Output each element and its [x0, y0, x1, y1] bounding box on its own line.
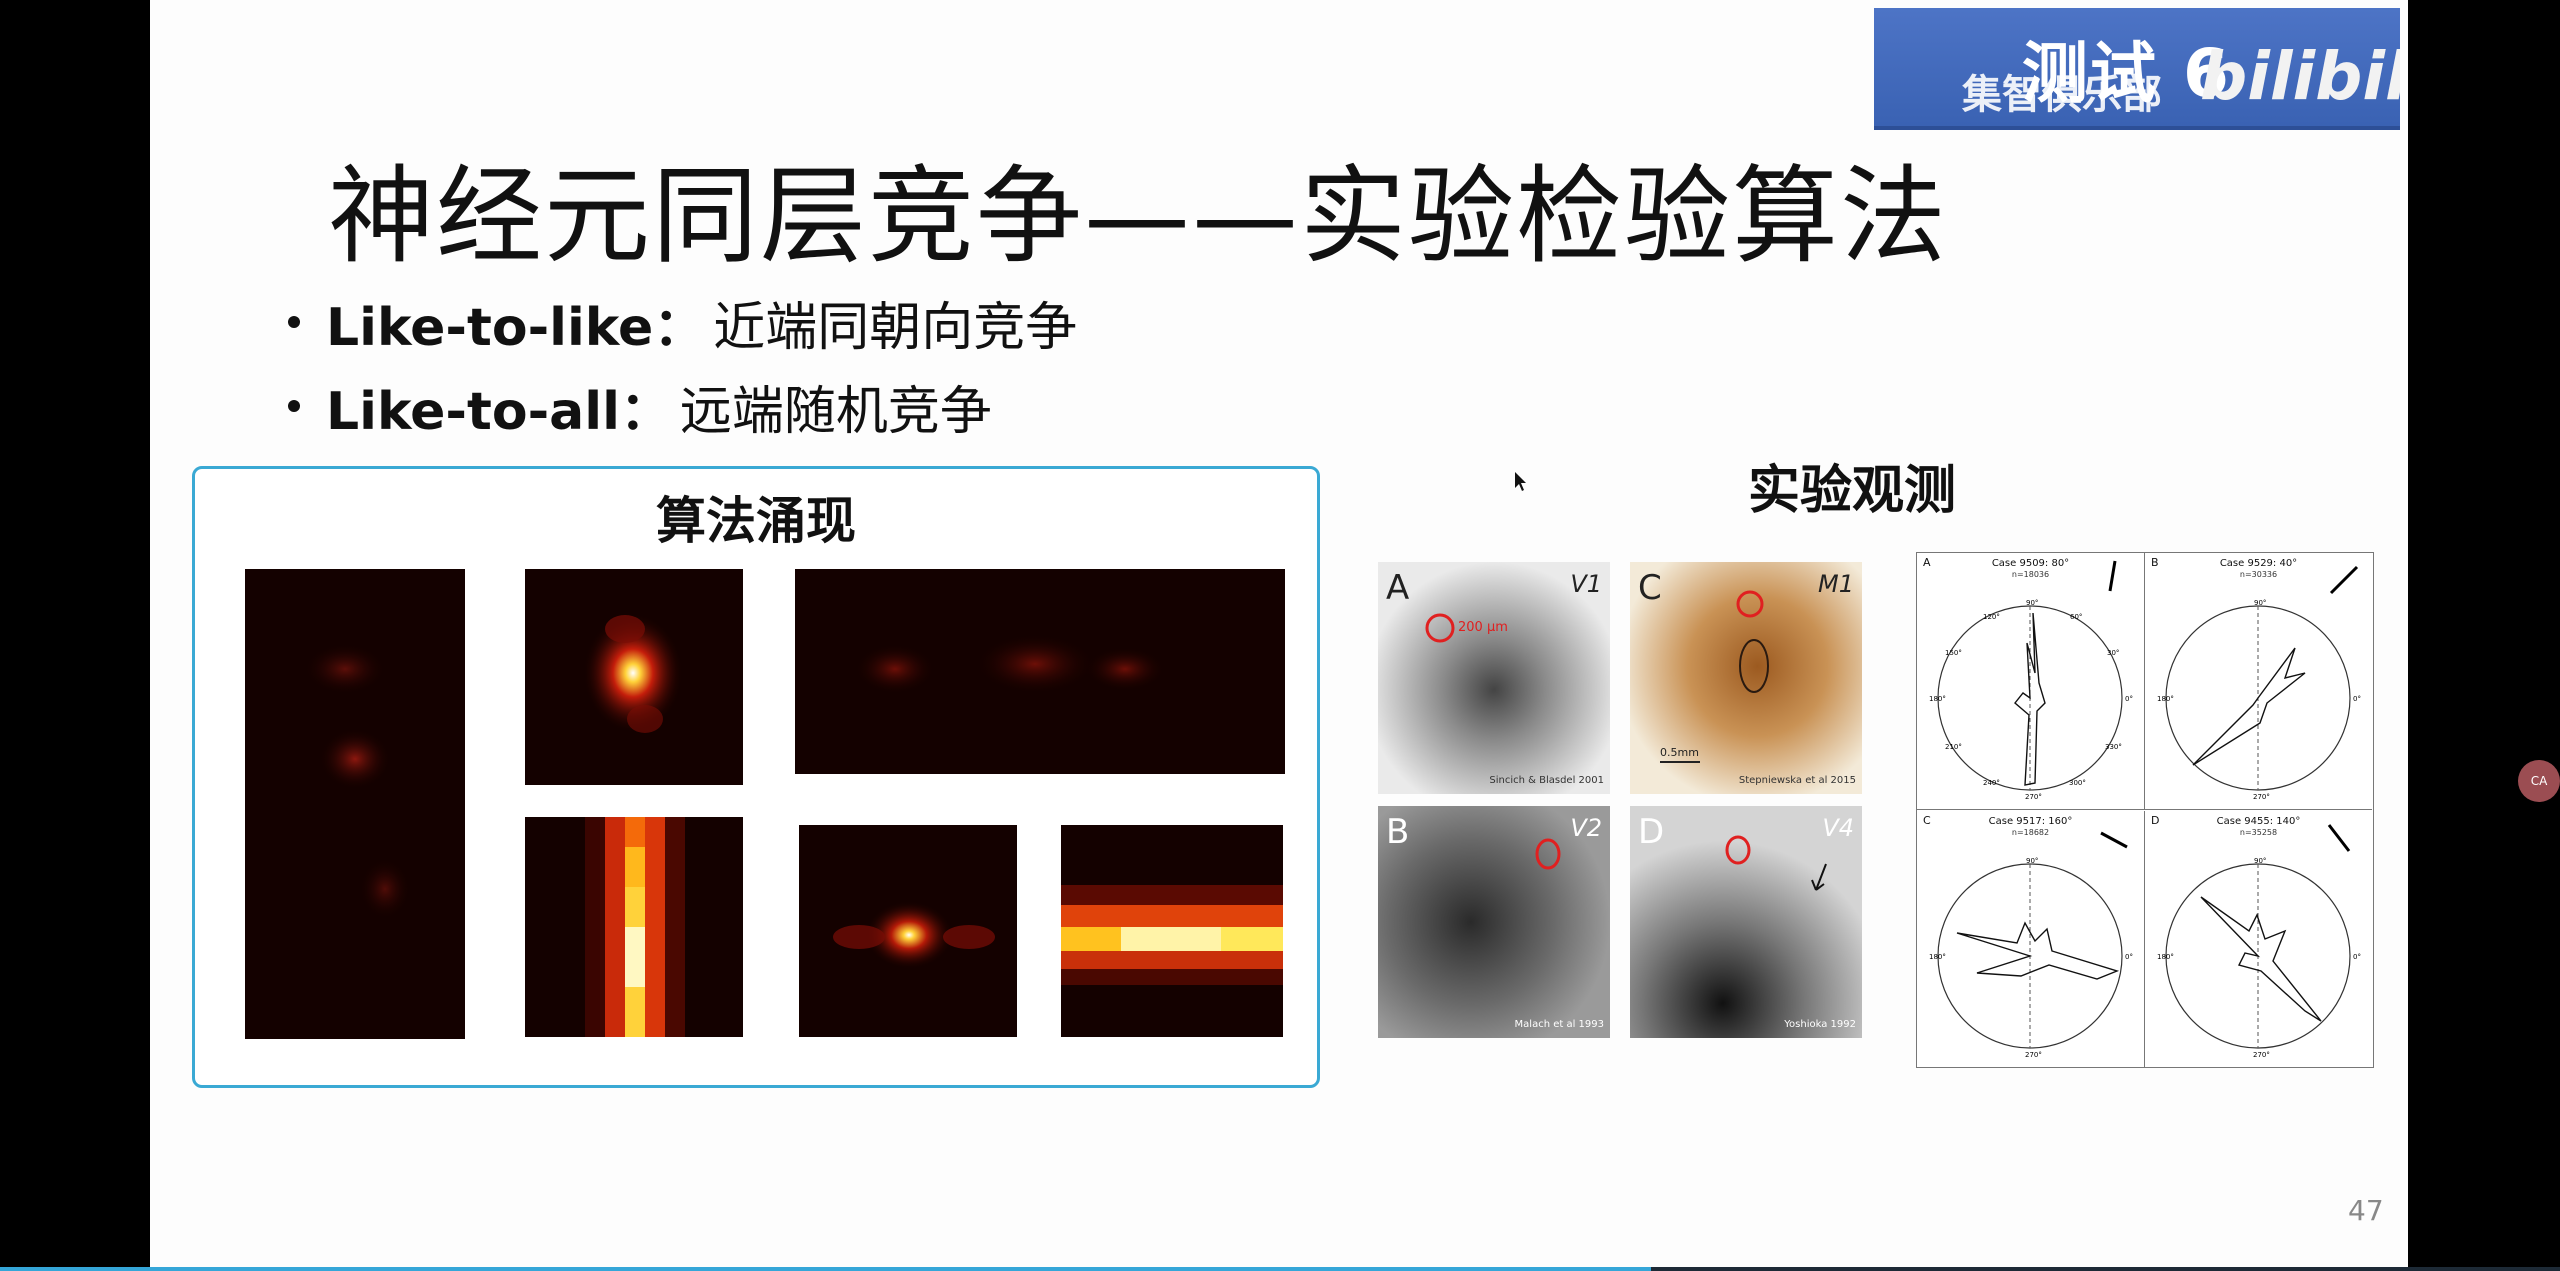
polar-n: n=35258: [2239, 828, 2278, 837]
bullet-item: Like-to-all： 远端随机竞争: [288, 364, 1077, 448]
bilibili-logo: bilibili: [2200, 38, 2400, 115]
photo-label: A: [1386, 568, 1410, 608]
bullet-dot: [288, 400, 300, 412]
slide: 神经元同层竞争——实验检验算法 Like-to-like： 近端同朝向竞争 Li…: [150, 0, 2408, 1268]
angle-label: 150°: [1945, 649, 1962, 657]
experiment-panel-title: 实验观测: [1748, 461, 1957, 521]
angle-label: 270°: [2025, 1051, 2042, 1059]
polar-case: Case 9529: 40°: [2219, 558, 2298, 569]
video-watermark: 集智俱乐部 测试 6 bilibili: [1874, 8, 2400, 130]
photo-citation: Stepniewska et al 2015: [1738, 775, 1856, 786]
angle-label: 270°: [2253, 1051, 2270, 1059]
algorithm-panel-title: 算法涌现: [656, 492, 856, 550]
angle-label: 210°: [1945, 743, 1962, 751]
bullet-item: Like-to-like： 近端同朝向竞争: [288, 280, 1077, 364]
polar-n: n=18036: [2011, 570, 2050, 579]
slide-title: 神经元同层竞争——实验检验算法: [328, 155, 1948, 278]
polar-n: n=30336: [2239, 570, 2278, 579]
angle-label: 90°: [2026, 599, 2039, 607]
angle-label: 180°: [2157, 953, 2174, 961]
bullet-list: Like-to-like： 近端同朝向竞争 Like-to-all： 远端随机竞…: [288, 280, 1077, 448]
angle-label: 180°: [2157, 695, 2174, 703]
angle-label: 180°: [1929, 695, 1946, 703]
angle-label: 30°: [2107, 649, 2120, 657]
photo-area: V4: [1822, 814, 1854, 842]
video-progress-bar[interactable]: [0, 1267, 2560, 1271]
bullet-value: 远端随机竞争: [679, 381, 992, 442]
photo-b-v2: B V2 Malach et al 1993: [1378, 806, 1610, 1038]
photo-scale: 0.5mm: [1660, 746, 1699, 759]
bullet-dot: [288, 316, 300, 328]
spot-heatmap-2: [799, 825, 1017, 1037]
bullet-key: Like-to-like：: [326, 297, 706, 358]
video-progress-fill: [0, 1267, 1652, 1271]
polar-plot-d: D Case 9455: 140° n=35258 90° 180° 0° 27…: [2145, 811, 2372, 1067]
polar-case: Case 9455: 140°: [2216, 816, 2301, 827]
angle-label: 90°: [2254, 857, 2267, 865]
photo-area: M1: [1818, 570, 1854, 598]
angle-label: 90°: [2026, 857, 2039, 865]
vertical-bar-heatmap: [525, 817, 743, 1037]
bullet-key: Like-to-all：: [326, 381, 672, 442]
photo-citation: Malach et al 1993: [1514, 1019, 1604, 1030]
polar-case: Case 9517: 160°: [1988, 816, 2073, 827]
polar-plot-c: C Case 9517: 160° n=18682 90° 180° 0° 27…: [1917, 811, 2145, 1067]
angle-label: 270°: [2025, 793, 2042, 801]
photo-citation: Yoshioka 1992: [1784, 1019, 1856, 1030]
angle-label: 0°: [2125, 695, 2133, 703]
photo-label: B: [1386, 812, 1410, 852]
polar-plot-a: A Case 9509: 80° n=18036 90° 120° 60° 15…: [1917, 553, 2145, 810]
polar-plot-b: B Case 9529: 40° n=30336 90° 180° 0° 270…: [2145, 553, 2372, 810]
angle-label: 90°: [2254, 599, 2267, 607]
photo-scale: 200 μm: [1458, 620, 1508, 635]
angle-label: 120°: [1983, 613, 2000, 621]
photo-a-v1: A V1 200 μm Sincich & Blasdel 2001: [1378, 562, 1610, 794]
angle-label: 60°: [2070, 613, 2083, 621]
wide-heatmap: [795, 569, 1285, 774]
side-floating-button[interactable]: CA: [2518, 760, 2560, 802]
photo-area: V1: [1570, 570, 1602, 598]
algorithm-emergence-panel: 算法涌现: [192, 466, 1320, 1088]
spot-heatmap: [525, 569, 743, 785]
photo-label: C: [1638, 568, 1662, 608]
photo-label: D: [1638, 812, 1665, 852]
angle-label: 0°: [2125, 953, 2133, 961]
polar-case: Case 9509: 80°: [1991, 558, 2070, 569]
photo-d-v4: D V4 Yoshioka 1992: [1630, 806, 1862, 1038]
angle-label: 270°: [2253, 793, 2270, 801]
photo-c-m1: C M1 0.5mm Stepniewska et al 2015: [1630, 562, 1862, 794]
polar-plots-grid: A Case 9509: 80° n=18036 90° 120° 60° 15…: [1916, 552, 2374, 1068]
angle-label: 0°: [2353, 953, 2361, 961]
bullet-value: 近端同朝向竞争: [713, 297, 1078, 358]
angle-label: 330°: [2105, 743, 2122, 751]
angle-label: 240°: [1983, 779, 2000, 787]
polar-n: n=18682: [2011, 828, 2050, 837]
tall-heatmap: [245, 569, 465, 1039]
page-number: 47: [2348, 1194, 2384, 1227]
photo-area: V2: [1570, 814, 1602, 842]
mouse-cursor-icon: [1515, 472, 1529, 492]
angle-label: 300°: [2069, 779, 2086, 787]
angle-label: 180°: [1929, 953, 1946, 961]
photo-citation: Sincich & Blasdel 2001: [1489, 775, 1604, 786]
angle-label: 0°: [2353, 695, 2361, 703]
horizontal-bar-heatmap: [1061, 825, 1283, 1037]
